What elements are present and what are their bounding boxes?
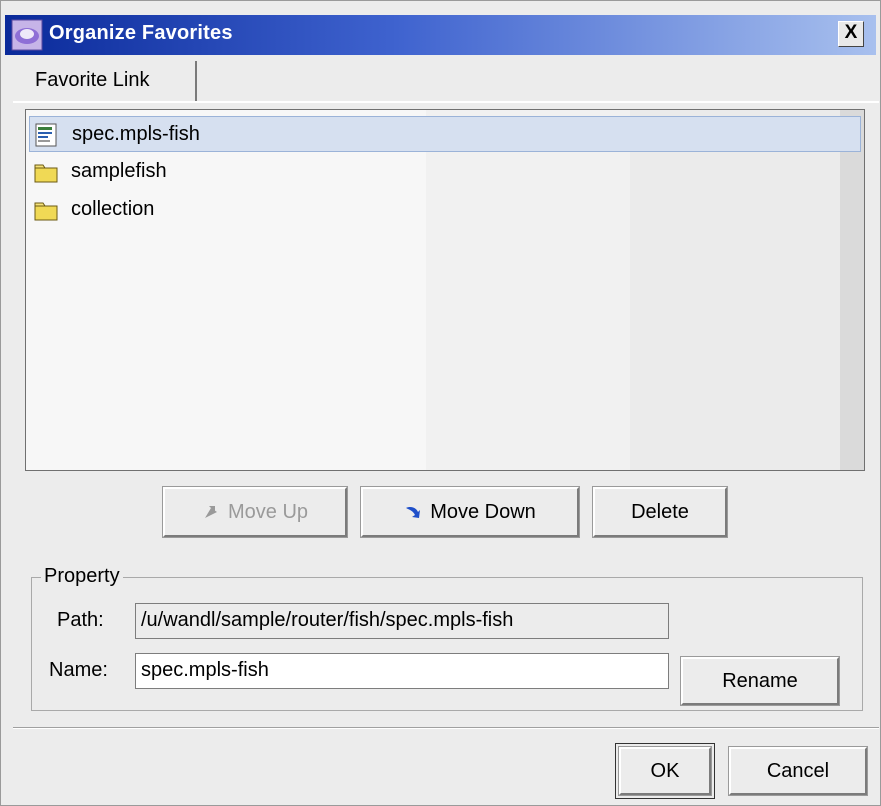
app-icon [11,19,43,51]
organize-favorites-dialog: Organize Favorites X Favorite Link spec.… [0,0,881,806]
close-button[interactable]: X [838,21,864,47]
list-item[interactable]: samplefish [29,154,861,190]
list-item[interactable]: collection [29,192,861,228]
delete-label: Delete [631,500,689,523]
path-label: Path: [57,609,104,631]
tab-panel-edge [13,101,879,103]
cancel-label: Cancel [766,759,830,782]
delete-button[interactable]: Delete [592,486,728,538]
name-field[interactable]: spec.mpls-fish [135,653,669,689]
list-item-label: samplefish [71,160,167,182]
list-item-label: collection [71,198,155,220]
rename-label: Rename [722,669,798,692]
list-item-label: spec.mpls-fish [72,123,200,145]
footer-divider-highlight [13,728,879,729]
cancel-button[interactable]: Cancel [728,746,868,796]
folder-icon [34,202,58,221]
window-title: Organize Favorites [49,22,233,44]
folder-icon [34,164,58,183]
tab-label: Favorite Link [35,69,150,91]
title-bar[interactable]: Organize Favorites X [5,15,876,55]
ok-label: OK [650,759,680,782]
arrow-down-icon [406,507,421,518]
rename-button[interactable]: Rename [680,656,840,706]
path-field: /u/wandl/sample/router/fish/spec.mpls-fi… [135,603,669,639]
arrow-up-icon [204,506,217,518]
ok-button[interactable]: OK [618,746,712,796]
move-up-button[interactable]: Move Up [162,486,348,538]
move-down-button[interactable]: Move Down [360,486,580,538]
favorites-list[interactable]: spec.mpls-fish samplefish collection [25,109,865,471]
list-item[interactable]: spec.mpls-fish [29,116,861,152]
favorite-link-icon [35,123,57,147]
move-down-label: Move Down [430,500,536,523]
move-up-label: Move Up [227,500,309,523]
name-label: Name: [49,659,108,681]
close-icon: X [844,22,858,43]
property-group-title: Property [41,565,123,588]
tab-favorite-link[interactable]: Favorite Link [15,61,197,103]
